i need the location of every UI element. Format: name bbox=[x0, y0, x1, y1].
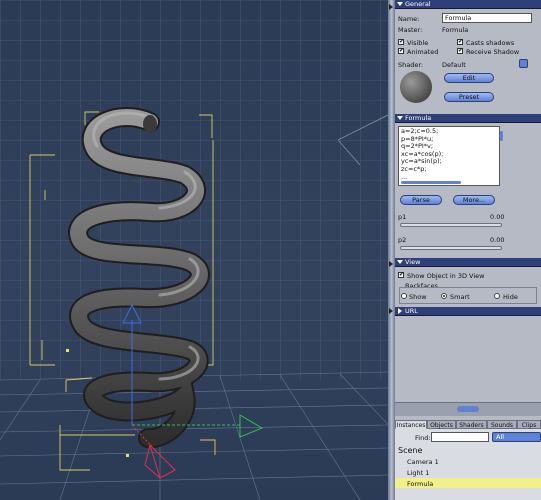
section-title: URL bbox=[405, 307, 418, 315]
expand-triangle-icon bbox=[398, 308, 402, 314]
receive-shadow-checkbox[interactable]: ✔ bbox=[457, 48, 463, 54]
animated-label: Animated bbox=[407, 48, 439, 56]
filter-dropdown[interactable]: All bbox=[492, 432, 541, 442]
expand-triangle-icon bbox=[397, 116, 403, 120]
find-input[interactable] bbox=[431, 432, 489, 442]
backfaces-show-radio[interactable] bbox=[401, 293, 407, 299]
backfaces-smooth-label: Smart bbox=[450, 293, 470, 301]
browser-pane: Find: All Scene Camera 1 Light 1 Formula bbox=[395, 429, 541, 500]
list-item[interactable]: Light 1 bbox=[407, 469, 429, 477]
backfaces-show-label: Show bbox=[409, 293, 427, 301]
scene-label: Scene bbox=[398, 446, 423, 455]
section-header-url[interactable]: URL bbox=[395, 307, 541, 316]
panel-splitter[interactable] bbox=[395, 402, 541, 416]
tab-objects[interactable]: Objects bbox=[427, 420, 456, 429]
3d-viewport[interactable] bbox=[0, 0, 388, 500]
master-value: Formula bbox=[442, 26, 469, 34]
p1-slider[interactable] bbox=[400, 223, 502, 227]
p2-value: 0.00 bbox=[490, 236, 505, 244]
list-item[interactable]: Camera 1 bbox=[407, 458, 439, 466]
selected-list-row[interactable]: Formula bbox=[395, 478, 541, 488]
parse-button[interactable]: Parse bbox=[400, 195, 442, 205]
expand-triangle-icon bbox=[397, 260, 403, 264]
properties-panel: General Name: Formula Master: Formula ✔ … bbox=[395, 0, 541, 500]
section-header-general[interactable]: General bbox=[395, 0, 541, 9]
splitter-handle[interactable] bbox=[457, 406, 479, 412]
formula-editor[interactable]: a=2;c=0.5; p=8*PI*u; q=2*PI*v; xc=a*cos(… bbox=[398, 126, 500, 186]
shader-dropdown-icon[interactable] bbox=[519, 59, 528, 68]
scene-render bbox=[0, 0, 388, 500]
visible-checkbox[interactable]: ✔ bbox=[398, 39, 404, 45]
shader-value: Default bbox=[442, 61, 466, 69]
shader-label: Shader: bbox=[398, 61, 424, 69]
backfaces-hide-label: Hide bbox=[503, 293, 518, 301]
edit-button[interactable]: Edit bbox=[444, 73, 494, 83]
backfaces-hide-radio[interactable] bbox=[494, 293, 500, 299]
vertical-scrollbar[interactable] bbox=[500, 131, 503, 141]
horizontal-scrollbar[interactable] bbox=[401, 181, 461, 184]
receive-shadow-label: Receive Shadow bbox=[466, 48, 520, 56]
section-title: Formula bbox=[405, 114, 432, 122]
collapse-arrow-icon[interactable] bbox=[389, 261, 393, 267]
section-header-view[interactable]: View bbox=[395, 258, 541, 267]
preset-button[interactable]: Preset bbox=[444, 92, 494, 102]
tab-clips[interactable]: Clips bbox=[517, 420, 541, 429]
collapse-arrow-icon[interactable] bbox=[389, 4, 393, 10]
backfaces-smooth-radio[interactable] bbox=[441, 293, 447, 299]
tab-instances[interactable]: Instances bbox=[395, 420, 427, 429]
p1-value: 0.00 bbox=[490, 213, 505, 221]
master-label: Master: bbox=[398, 26, 423, 34]
list-item[interactable]: Formula bbox=[407, 480, 433, 488]
casts-shadows-label: Casts shadows bbox=[466, 39, 515, 47]
show-in-3d-label: Show Object in 3D View bbox=[407, 272, 485, 280]
animated-checkbox[interactable]: ✔ bbox=[398, 48, 404, 54]
expand-triangle-icon bbox=[397, 2, 403, 6]
shader-preview-sphere bbox=[400, 71, 432, 103]
show-in-3d-checkbox[interactable]: ✔ bbox=[398, 272, 404, 278]
tab-sounds[interactable]: Sounds bbox=[487, 420, 517, 429]
section-title: View bbox=[405, 258, 421, 266]
p2-slider[interactable] bbox=[400, 246, 502, 250]
p1-label: p1 bbox=[398, 213, 407, 221]
more-button[interactable]: More... bbox=[453, 195, 495, 205]
visible-label: Visible bbox=[407, 39, 429, 47]
p2-label: p2 bbox=[398, 236, 407, 244]
code-line: zc=c*p; bbox=[401, 164, 427, 173]
section-title: General bbox=[405, 0, 431, 8]
casts-shadows-checkbox[interactable]: ✔ bbox=[457, 39, 463, 45]
name-field[interactable]: Formula bbox=[442, 13, 532, 23]
name-label: Name: bbox=[398, 15, 420, 23]
find-label: Find: bbox=[415, 434, 431, 442]
tab-shaders[interactable]: Shaders bbox=[456, 420, 487, 429]
collapse-arrow-icon[interactable] bbox=[389, 308, 393, 314]
panel-divider[interactable] bbox=[388, 0, 395, 500]
section-header-formula[interactable]: Formula bbox=[395, 114, 541, 123]
